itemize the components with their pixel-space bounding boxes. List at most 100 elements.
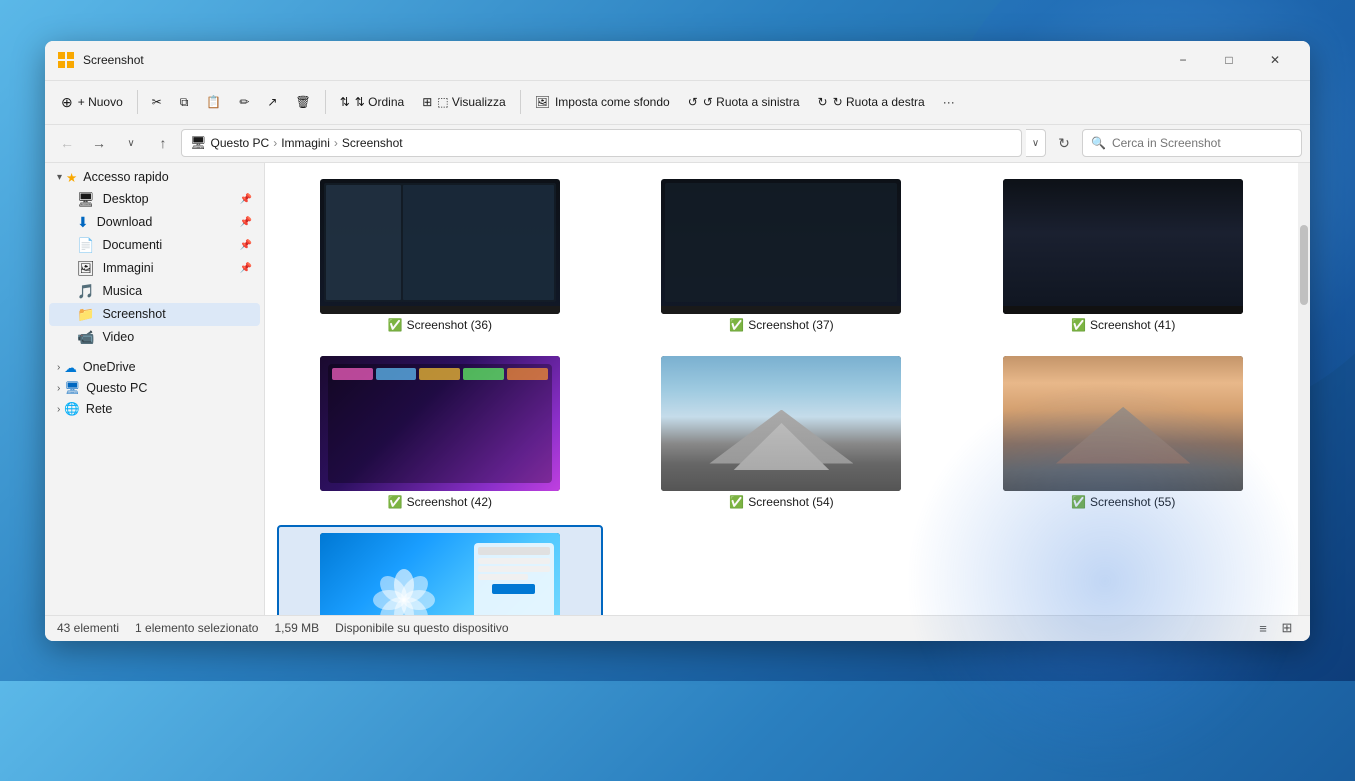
immagini-icon: 🖼	[77, 260, 95, 277]
file-grid: ✅ Screenshot (36) ✅ Screenshot (37)	[265, 163, 1298, 615]
sidebar-item-screenshot[interactable]: 📁 Screenshot	[49, 303, 260, 326]
sort-label: ⇅ Ordina	[355, 95, 404, 109]
breadcrumb-computer-icon: 🖥	[190, 135, 207, 151]
status-availability: Disponibile su questo dispositivo	[335, 621, 508, 635]
onedrive-label: OneDrive	[83, 360, 136, 374]
minimize-button[interactable]: −	[1160, 44, 1206, 76]
list-view-button[interactable]: ≡	[1252, 617, 1274, 639]
search-box[interactable]: 🔍	[1082, 129, 1302, 157]
rename-button[interactable]: ✏	[231, 91, 257, 113]
new-button[interactable]: ⊕ + Nuovo	[53, 90, 131, 115]
file-item-64[interactable]: ✅ Screenshot (64)	[277, 525, 603, 615]
paste-icon: 📋	[206, 95, 221, 109]
share-button[interactable]: ↗	[259, 91, 285, 113]
sidebar-item-documenti[interactable]: 📄 Documenti 📌	[49, 234, 260, 257]
thumbnail-42	[320, 356, 560, 491]
forward-button[interactable]: →	[85, 129, 113, 157]
separator-2	[325, 90, 326, 114]
breadcrumb-questo-pc[interactable]: Questo PC	[211, 136, 270, 150]
sidebar-musica-label: Musica	[102, 284, 142, 298]
rete-header[interactable]: › 🌐 Rete	[49, 399, 260, 420]
rete-icon: 🌐	[64, 402, 80, 417]
sync-icon-55: ✅	[1071, 495, 1086, 509]
sort-button[interactable]: ⇅ ⇅ Ordina	[332, 91, 412, 113]
set-wallpaper-button[interactable]: 🖼 Imposta come sfondo	[527, 91, 678, 113]
thumb-bg-37	[661, 179, 901, 314]
close-button[interactable]: ✕	[1252, 44, 1298, 76]
wallpaper-icon: 🖼	[535, 95, 550, 109]
sidebar-item-desktop[interactable]: 🖥 Desktop 📌	[49, 188, 260, 211]
file-name-42: ✅ Screenshot (42)	[388, 495, 492, 509]
questo-pc-header[interactable]: › 🖥 Questo PC	[49, 378, 260, 399]
sidebar-item-video[interactable]: 📹 Video	[49, 326, 260, 349]
thumb-bg-64	[320, 533, 560, 615]
questo-pc-icon: 🖥	[64, 381, 80, 396]
share-icon: ↗	[267, 95, 277, 109]
address-bar: ← → ∨ ↑ 🖥 Questo PC › Immagini › Screens…	[45, 125, 1310, 163]
file-name-54: ✅ Screenshot (54)	[729, 495, 833, 509]
rotate-left-button[interactable]: ↺ ↺ Ruota a sinistra	[680, 91, 808, 113]
file-item-41[interactable]: ✅ Screenshot (41)	[960, 171, 1286, 340]
rotate-left-icon: ↺	[688, 95, 698, 109]
thumbnail-37	[661, 179, 901, 314]
rete-label: Rete	[86, 402, 112, 416]
sidebar-item-download[interactable]: ⬇ Download 📌	[49, 211, 260, 234]
breadcrumb-chevron[interactable]: ∨	[1026, 129, 1046, 157]
sidebar-item-musica[interactable]: 🎵 Musica	[49, 280, 260, 303]
file-name-37: ✅ Screenshot (37)	[729, 318, 833, 332]
dropdown-button[interactable]: ∨	[117, 129, 145, 157]
rotate-right-button[interactable]: ↻ ↻ Ruota a destra	[810, 91, 933, 113]
sync-icon-36: ✅	[388, 318, 403, 332]
thumb-bg-42	[320, 356, 560, 491]
search-input[interactable]	[1112, 136, 1272, 150]
file-item-36[interactable]: ✅ Screenshot (36)	[277, 171, 603, 340]
paste-button[interactable]: 📋	[198, 91, 229, 113]
rotate-right-icon: ↻	[818, 95, 828, 109]
file-item-55[interactable]: ✅ Screenshot (55)	[960, 348, 1286, 517]
file-item-42[interactable]: ✅ Screenshot (42)	[277, 348, 603, 517]
file-item-54[interactable]: ✅ Screenshot (54)	[619, 348, 945, 517]
window-title: Screenshot	[83, 53, 1160, 67]
onedrive-icon: ☁	[64, 360, 77, 375]
sync-icon-42: ✅	[388, 495, 403, 509]
copy-icon: ⧉	[180, 95, 189, 110]
file-name-36: ✅ Screenshot (36)	[388, 318, 492, 332]
delete-button[interactable]: 🗑	[287, 91, 318, 113]
file-item-37[interactable]: ✅ Screenshot (37)	[619, 171, 945, 340]
view-button[interactable]: ⊞ ⬚ Visualizza	[414, 91, 514, 113]
scrollbar-track[interactable]	[1298, 163, 1310, 615]
sidebar: ▾ ★ Accesso rapido 🖥 Desktop 📌 ⬇ Downloa…	[45, 163, 265, 615]
onedrive-header[interactable]: › ☁ OneDrive	[49, 357, 260, 378]
copy-button[interactable]: ⧉	[172, 91, 197, 114]
status-bar: 43 elementi 1 elemento selezionato 1,59 …	[45, 615, 1310, 641]
download-icon: ⬇	[77, 214, 89, 231]
breadcrumb[interactable]: 🖥 Questo PC › Immagini › Screenshot	[181, 129, 1022, 157]
grid-view-button[interactable]: ⊞	[1276, 617, 1298, 639]
delete-icon: 🗑	[295, 95, 310, 109]
thumbnail-55	[1003, 356, 1243, 491]
thumb-bg-36	[320, 179, 560, 314]
more-button[interactable]: ···	[935, 91, 963, 113]
breadcrumb-immagini[interactable]: Immagini	[281, 136, 330, 150]
scrollbar-thumb[interactable]	[1300, 225, 1308, 305]
sidebar-item-immagini[interactable]: 🖼 Immagini 📌	[49, 257, 260, 280]
search-icon: 🔍	[1091, 136, 1106, 150]
refresh-button[interactable]: ↻	[1050, 129, 1078, 157]
quick-access-header[interactable]: ▾ ★ Accesso rapido	[49, 167, 260, 188]
view-label: ⬚ Visualizza	[437, 95, 505, 109]
back-button[interactable]: ←	[53, 129, 81, 157]
sync-icon-54: ✅	[729, 495, 744, 509]
breadcrumb-screenshot[interactable]: Screenshot	[342, 136, 403, 150]
main-content: ▾ ★ Accesso rapido 🖥 Desktop 📌 ⬇ Downloa…	[45, 163, 1310, 615]
musica-icon: 🎵	[77, 283, 94, 300]
thumbnail-54	[661, 356, 901, 491]
cut-button[interactable]: ✂	[144, 91, 170, 113]
desktop-icon: 🖥	[77, 191, 95, 208]
sync-icon-41: ✅	[1071, 318, 1086, 332]
sync-icon-37: ✅	[729, 318, 744, 332]
maximize-button[interactable]: □	[1206, 44, 1252, 76]
sidebar-documenti-label: Documenti	[102, 238, 162, 252]
up-button[interactable]: ↑	[149, 129, 177, 157]
rotate-right-label: ↻ Ruota a destra	[833, 95, 925, 109]
thumbnail-41	[1003, 179, 1243, 314]
